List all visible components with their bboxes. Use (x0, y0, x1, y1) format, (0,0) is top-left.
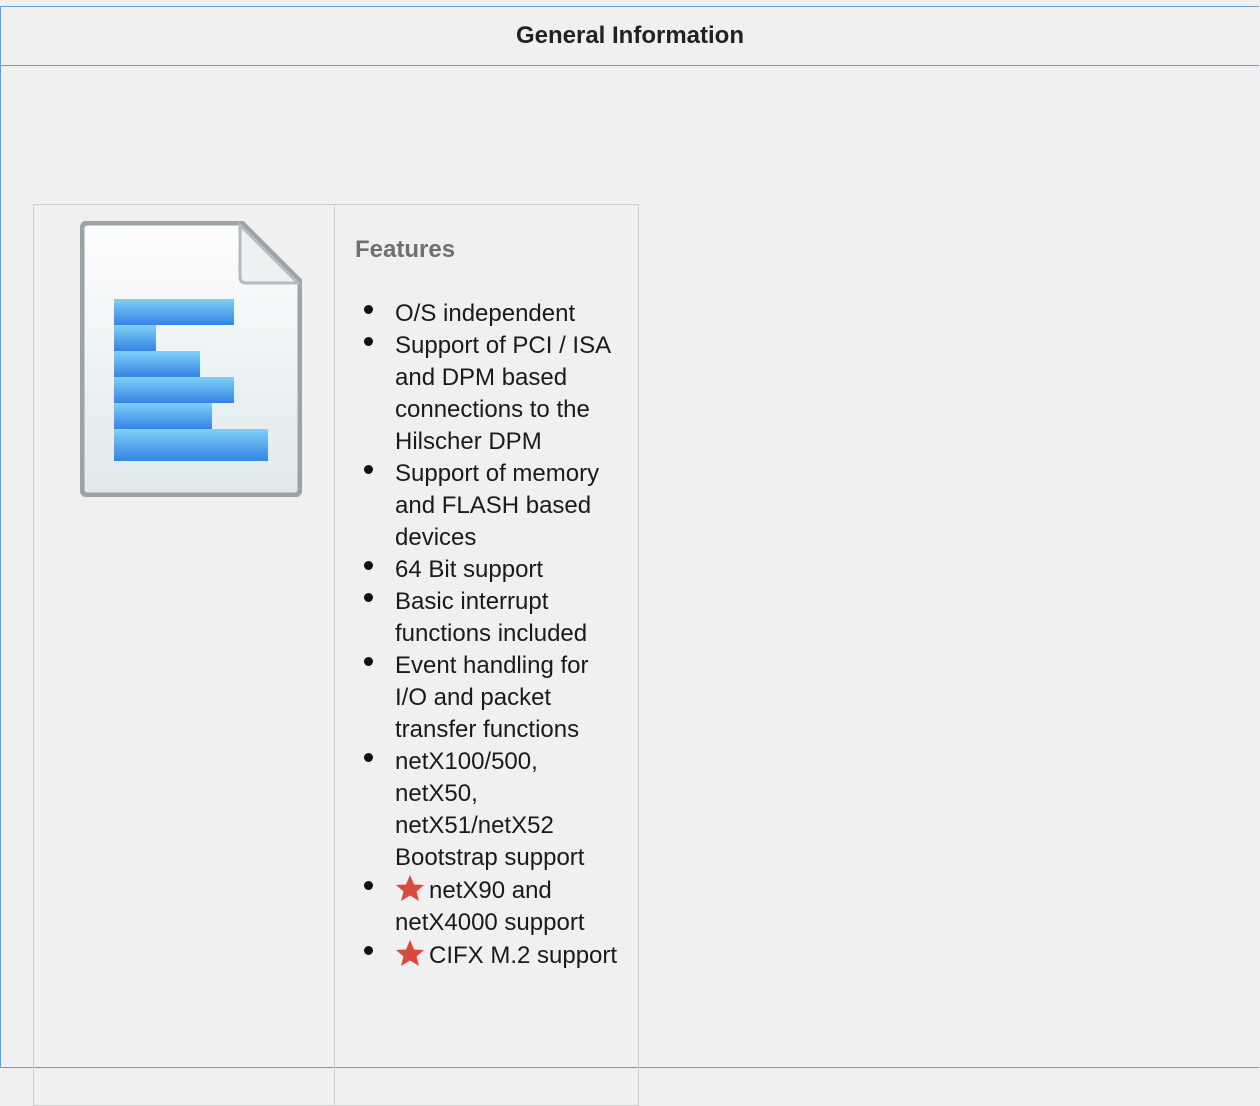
general-information-panel: General Information Features O/S indepen… (0, 6, 1259, 1106)
features-table: Features O/S independent Support of PCI … (33, 204, 639, 1106)
list-item: 64 Bit support (364, 554, 625, 586)
panel-title: General Information (1, 7, 1259, 66)
feature-text: Event handling for I/O and packet transf… (395, 652, 589, 743)
list-item: Basic interrupt functions included (364, 586, 625, 650)
list-item: O/S independent (364, 298, 625, 330)
feature-text: CIFX M.2 support (429, 942, 618, 969)
features-list: O/S independent Support of PCI / ISA and… (355, 298, 625, 972)
icon-cell (34, 205, 335, 1105)
list-item: netX90 and netX4000 support (364, 874, 625, 939)
feature-text: 64 Bit support (395, 556, 544, 583)
document-icon (80, 221, 302, 497)
list-item: Support of PCI / ISA and DPM based conne… (364, 330, 625, 458)
feature-text: Basic interrupt functions included (395, 588, 588, 647)
feature-text: Support of memory and FLASH based device… (395, 460, 600, 551)
feature-text: O/S independent (395, 300, 576, 327)
feature-text: netX100/500, netX50, netX51/netX52 Boots… (395, 748, 585, 871)
list-item: Support of memory and FLASH based device… (364, 458, 625, 554)
feature-text: Support of PCI / ISA and DPM based conne… (395, 332, 610, 455)
features-heading: Features (355, 236, 456, 263)
list-item: netX100/500, netX50, netX51/netX52 Boots… (364, 746, 625, 874)
star-icon (396, 875, 424, 901)
star-icon (396, 940, 424, 966)
list-item: Event handling for I/O and packet transf… (364, 650, 625, 746)
features-cell: Features O/S independent Support of PCI … (335, 205, 638, 1105)
list-item: CIFX M.2 support (364, 939, 625, 972)
